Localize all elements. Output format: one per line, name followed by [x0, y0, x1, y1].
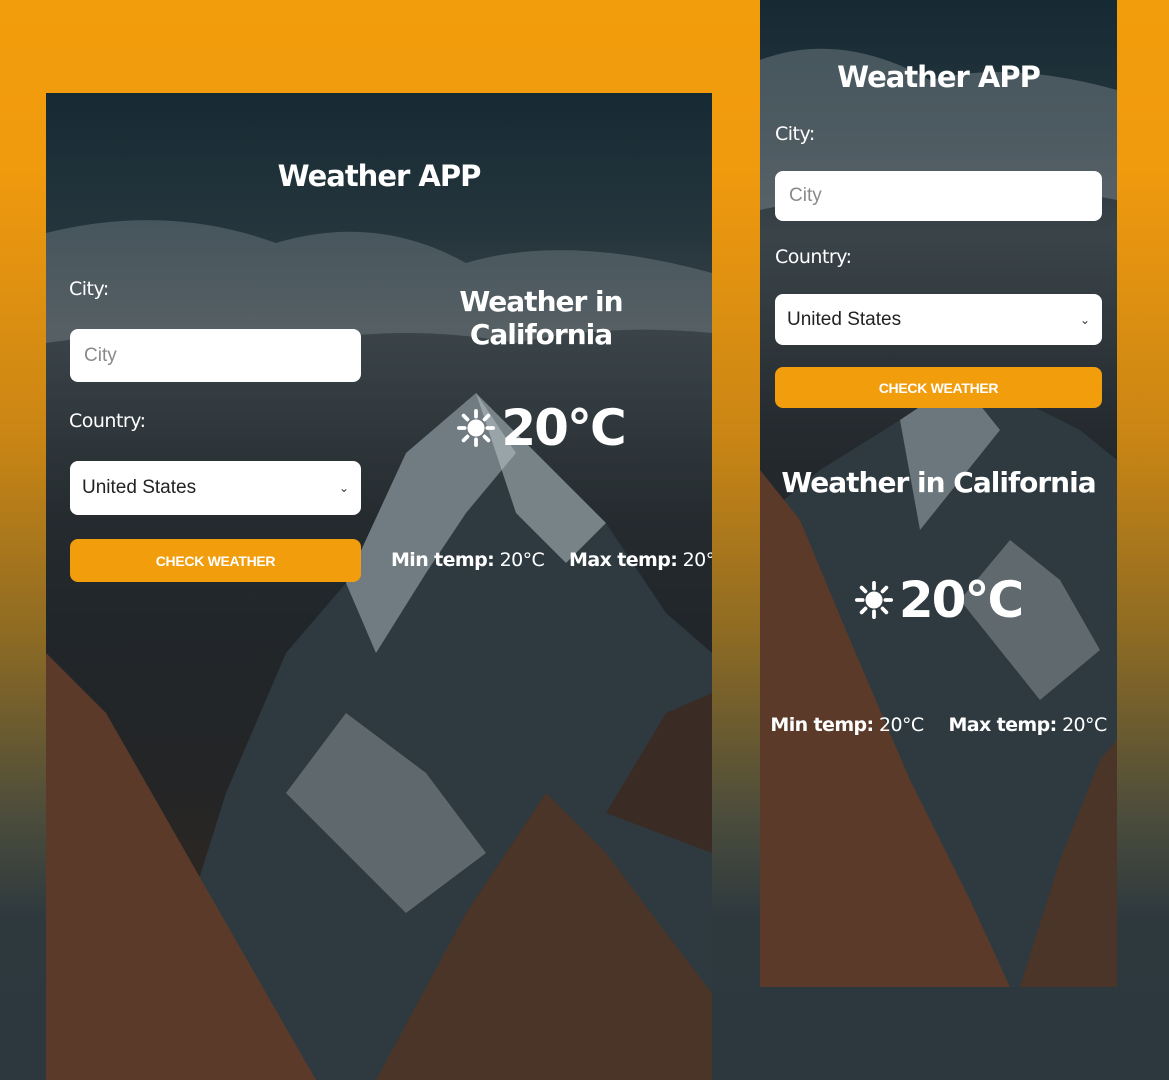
temperature-display: 20°C [760, 565, 1117, 635]
weather-heading: Weather in California [459, 285, 623, 351]
city-input[interactable] [82, 343, 349, 368]
city-input-wrapper[interactable] [775, 171, 1102, 221]
min-temp-value: 20°C [499, 549, 545, 571]
city-input-wrapper[interactable] [70, 329, 361, 382]
city-input[interactable] [787, 184, 1090, 208]
country-label: Country: [775, 246, 852, 268]
min-max-temps: Min temp: 20°C Max temp: 20°C [760, 714, 1117, 736]
max-temp-value: 20°C [1062, 714, 1107, 736]
app-title: Weather APP [277, 159, 482, 193]
country-label: Country: [69, 410, 146, 432]
country-select-value: United States [82, 477, 197, 498]
check-weather-button[interactable]: CHECK WEATHER [775, 367, 1102, 408]
app-title: Weather APP [837, 60, 1041, 94]
weather-app-mobile: Weather APP City: Country: United States… [760, 0, 1117, 987]
temperature-value: 20°C [898, 571, 1024, 629]
sun-icon [854, 581, 893, 619]
max-temp-label: Max temp: [948, 714, 1057, 736]
chevron-down-icon: ⌄ [1079, 312, 1090, 327]
min-max-temps: Min temp: 20°C Max temp: 20°C [391, 549, 712, 571]
min-temp-label: Min temp: [770, 714, 874, 736]
min-temp-value: 20°C [878, 714, 924, 736]
weather-app-desktop: Weather APP City: Country: United States… [46, 93, 712, 1080]
weather-heading: Weather in California [781, 466, 1096, 499]
min-temp-label: Min temp: [391, 549, 495, 571]
check-weather-button[interactable]: CHECK WEATHER [70, 539, 361, 582]
temperature-display: 20°C [391, 393, 691, 463]
chevron-down-icon: ⌄ [338, 481, 349, 495]
country-select-value: United States [787, 308, 902, 330]
max-temp-value: 20°C [682, 549, 712, 571]
city-label: City: [69, 278, 109, 300]
country-select[interactable]: United States ⌄ [70, 461, 361, 515]
sun-icon [457, 409, 496, 447]
max-temp-label: Max temp: [569, 549, 678, 571]
country-select[interactable]: United States ⌄ [775, 294, 1102, 345]
temperature-value: 20°C [501, 399, 626, 457]
city-label: City: [775, 123, 815, 145]
